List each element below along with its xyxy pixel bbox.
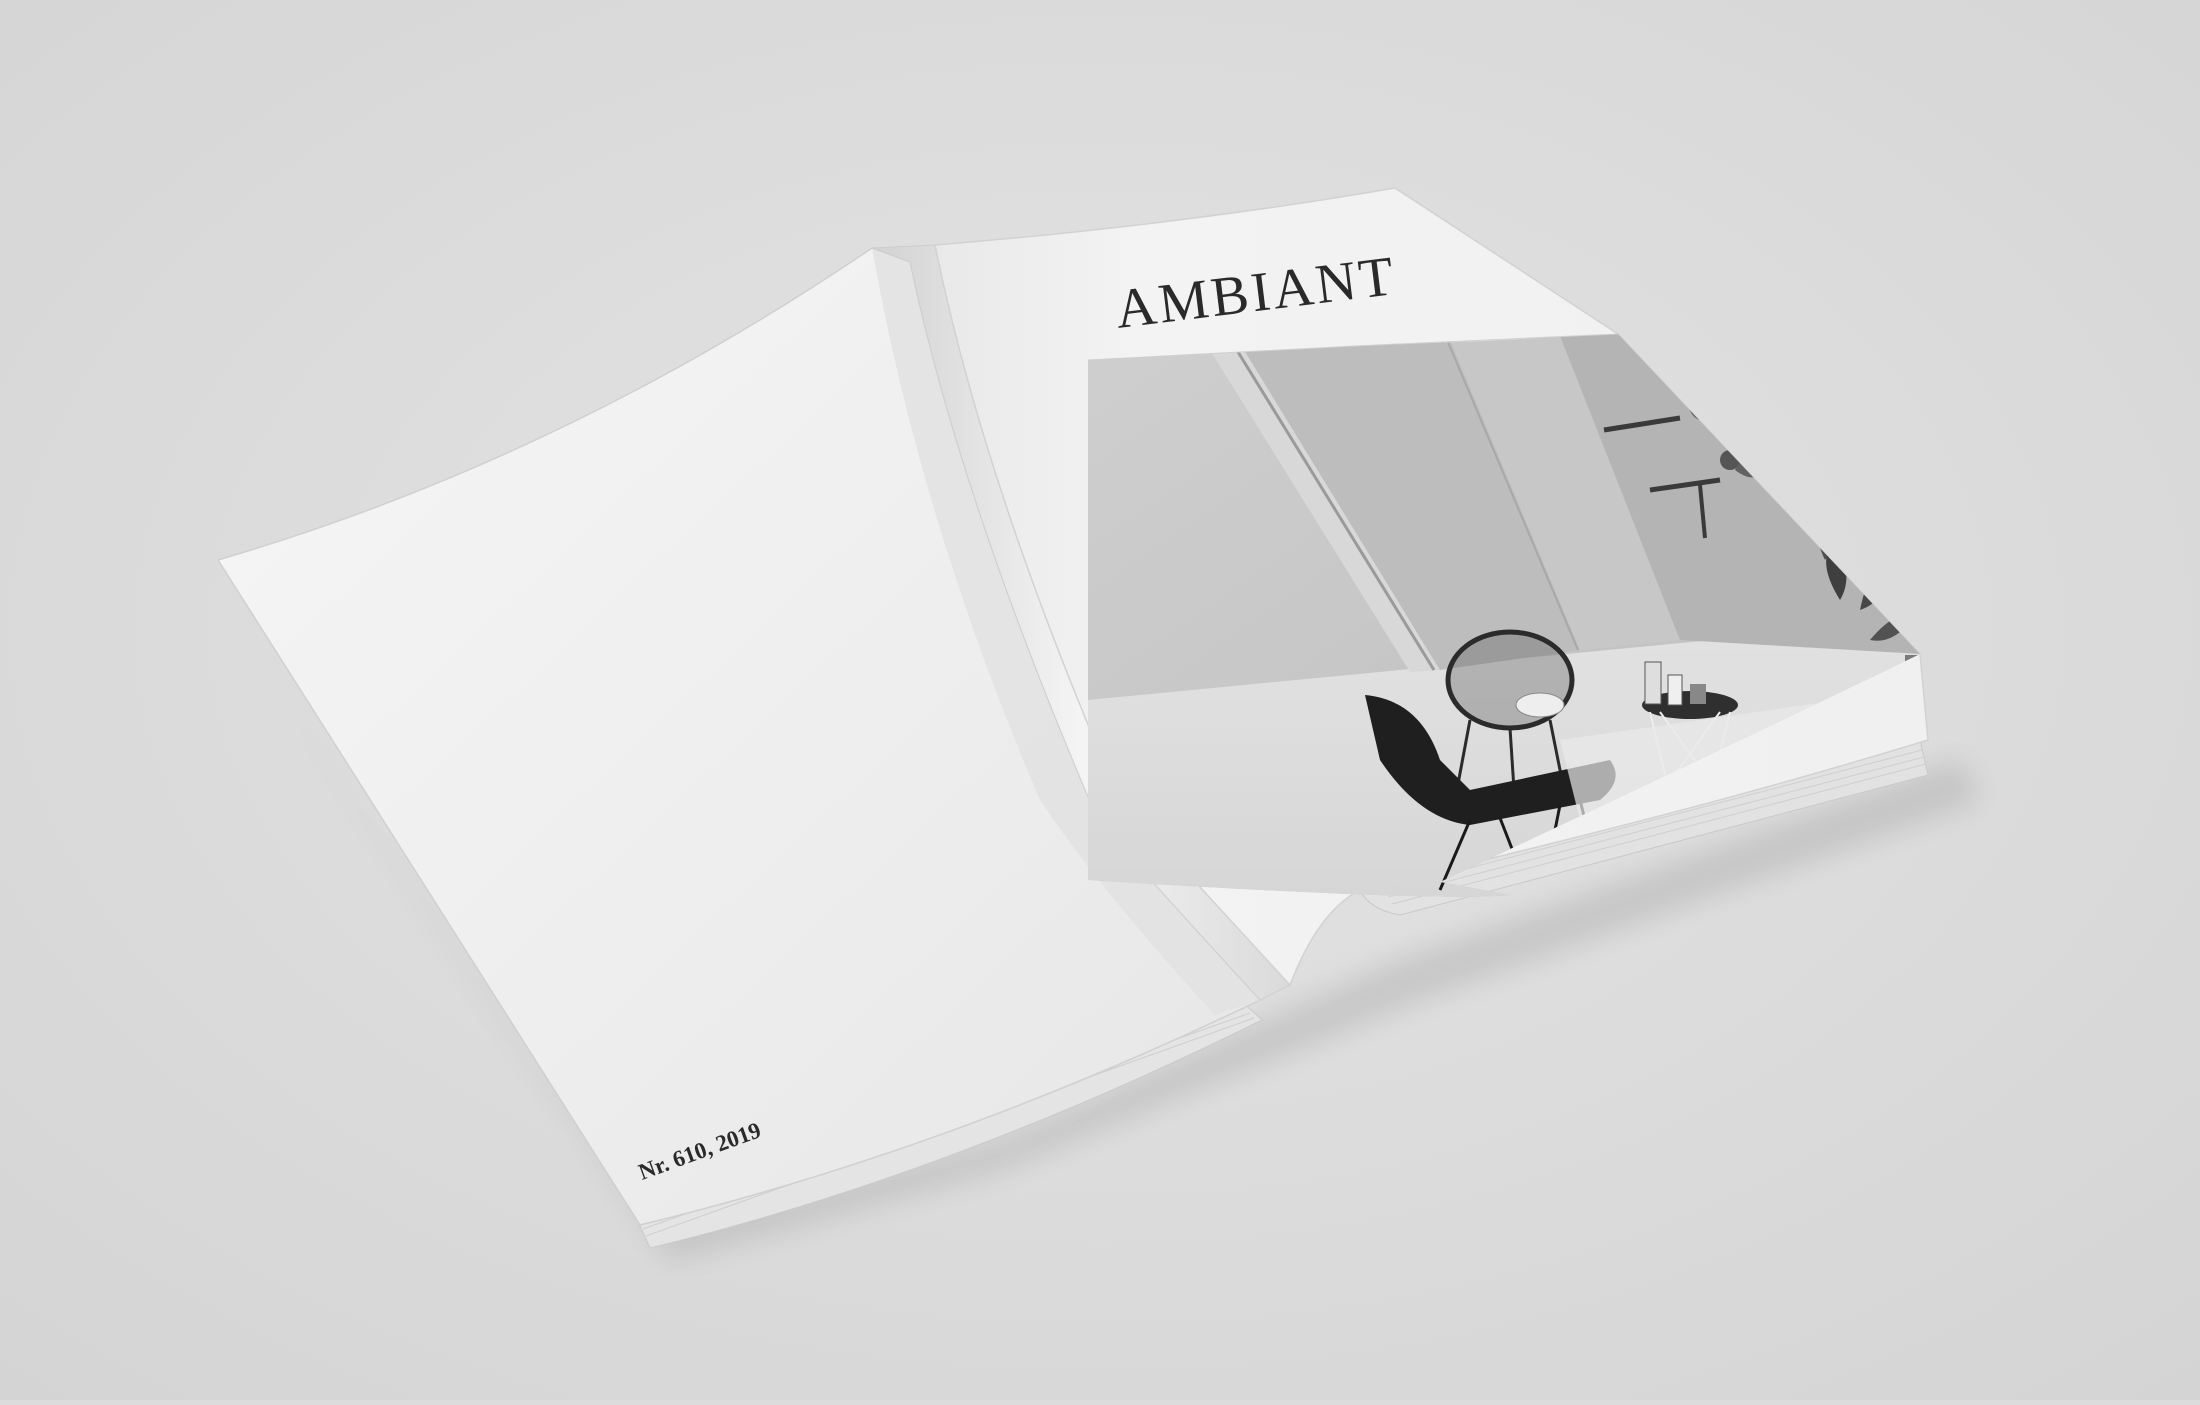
magazine-mockup-scene: AMBIANT Nr. 610, 2019 <box>0 0 2200 1400</box>
magazine-illustration: AMBIANT Nr. 610, 2019 <box>0 0 2200 1400</box>
